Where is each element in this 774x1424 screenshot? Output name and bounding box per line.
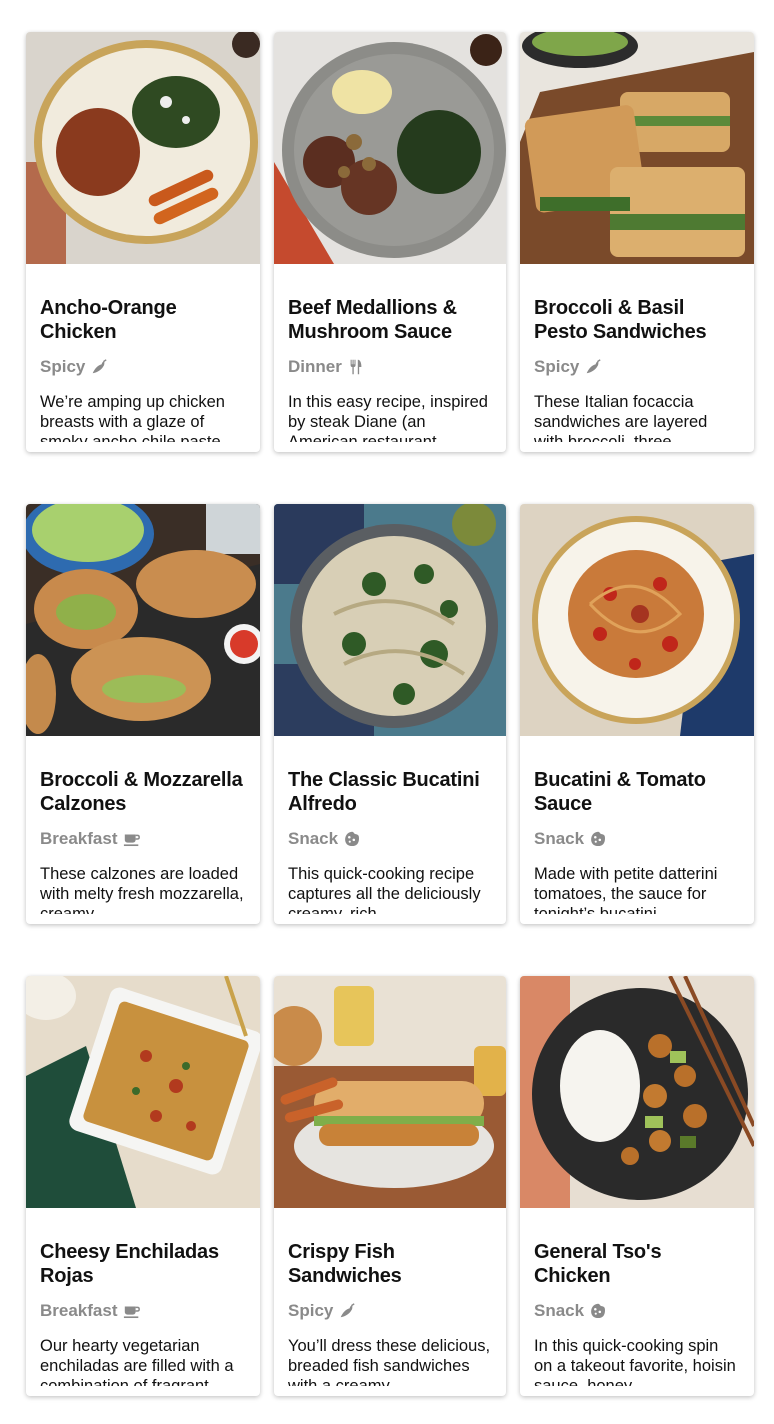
chili-pepper-icon	[583, 357, 603, 377]
recipe-card[interactable]: Crispy Fish Sandwiches Spicy You’ll dres…	[274, 976, 506, 1396]
recipe-image[interactable]	[274, 32, 506, 264]
recipe-image[interactable]	[520, 32, 754, 264]
recipe-description: You’ll dress these delicious, breaded fi…	[288, 1337, 491, 1386]
recipe-tag-label: Spicy	[534, 357, 580, 376]
cookie-icon	[588, 829, 608, 849]
chili-pepper-icon	[89, 357, 109, 377]
recipe-image[interactable]	[26, 504, 260, 736]
recipe-title[interactable]: The Classic Bucatini Alfredo	[288, 768, 492, 816]
recipe-description: This quick-cooking recipe captures all t…	[288, 865, 481, 914]
recipe-tag: Breakfast	[40, 828, 246, 850]
recipe-title[interactable]: Bucatini & Tomato Sauce	[534, 768, 740, 816]
recipe-card[interactable]: The Classic Bucatini Alfredo Snack This …	[274, 504, 506, 924]
recipe-card[interactable]: Cheesy Enchiladas Rojas Breakfast Our he…	[26, 976, 260, 1396]
recipe-title[interactable]: Crispy Fish Sandwiches	[288, 1240, 492, 1288]
recipe-tag-label: Snack	[534, 1301, 585, 1320]
recipe-title[interactable]: Broccoli & Mozzarella Calzones	[40, 768, 246, 816]
recipe-tag: Snack	[288, 828, 492, 850]
recipe-tag: Spicy	[288, 1300, 492, 1322]
recipe-image[interactable]	[520, 504, 754, 736]
recipe-title[interactable]: General Tso's Chicken	[534, 1240, 740, 1288]
cookie-icon	[588, 1301, 608, 1321]
recipe-description: In this easy recipe, inspired by steak D…	[288, 393, 488, 442]
recipe-description: These calzones are loaded with melty fre…	[40, 865, 244, 914]
recipe-grid: Ancho-Orange Chicken Spicy We’re amping …	[26, 32, 754, 1396]
recipe-description: These Italian focaccia sandwiches are la…	[534, 393, 708, 442]
recipe-card[interactable]: Broccoli & Mozzarella Calzones Breakfast…	[26, 504, 260, 924]
recipe-image[interactable]	[26, 976, 260, 1208]
recipe-tag-label: Breakfast	[40, 829, 118, 848]
recipe-tag-label: Snack	[534, 829, 585, 848]
recipe-title[interactable]: Ancho-Orange Chicken	[40, 296, 246, 344]
recipe-card[interactable]: General Tso's Chicken Snack In this quic…	[520, 976, 754, 1396]
recipe-tag: Dinner	[288, 356, 492, 378]
recipe-tag: Snack	[534, 1300, 740, 1322]
recipe-title[interactable]: Broccoli & Basil Pesto Sandwiches	[534, 296, 740, 344]
recipe-description: We’re amping up chicken breasts with a g…	[40, 393, 225, 442]
recipe-tag-label: Spicy	[288, 1301, 334, 1320]
recipe-description: Made with petite datterini tomatoes, the…	[534, 865, 718, 914]
fork-knife-icon	[346, 357, 366, 377]
recipe-image[interactable]	[274, 504, 506, 736]
recipe-tag: Snack	[534, 828, 740, 850]
recipe-tag-label: Spicy	[40, 357, 86, 376]
recipe-description: Our hearty vegetarian enchiladas are fil…	[40, 1337, 234, 1386]
recipe-title[interactable]: Cheesy Enchiladas Rojas	[40, 1240, 246, 1288]
recipe-card[interactable]: Broccoli & Basil Pesto Sandwiches Spicy …	[520, 32, 754, 452]
recipe-card[interactable]: Ancho-Orange Chicken Spicy We’re amping …	[26, 32, 260, 452]
recipe-image[interactable]	[26, 32, 260, 264]
recipe-tag: Breakfast	[40, 1300, 246, 1322]
recipe-tag: Spicy	[534, 356, 740, 378]
recipe-card[interactable]: Bucatini & Tomato Sauce Snack Made with …	[520, 504, 754, 924]
recipe-card[interactable]: Beef Medallions & Mushroom Sauce Dinner …	[274, 32, 506, 452]
recipe-image[interactable]	[274, 976, 506, 1208]
chili-pepper-icon	[337, 1301, 357, 1321]
recipe-title[interactable]: Beef Medallions & Mushroom Sauce	[288, 296, 492, 344]
recipe-tag-label: Snack	[288, 829, 339, 848]
recipe-tag: Spicy	[40, 356, 246, 378]
recipe-tag-label: Dinner	[288, 357, 342, 376]
cookie-icon	[342, 829, 362, 849]
coffee-cup-icon	[122, 1301, 142, 1321]
recipe-tag-label: Breakfast	[40, 1301, 118, 1320]
coffee-cup-icon	[122, 829, 142, 849]
recipe-image[interactable]	[520, 976, 754, 1208]
recipe-description: In this quick-cooking spin on a takeout …	[534, 1337, 736, 1386]
